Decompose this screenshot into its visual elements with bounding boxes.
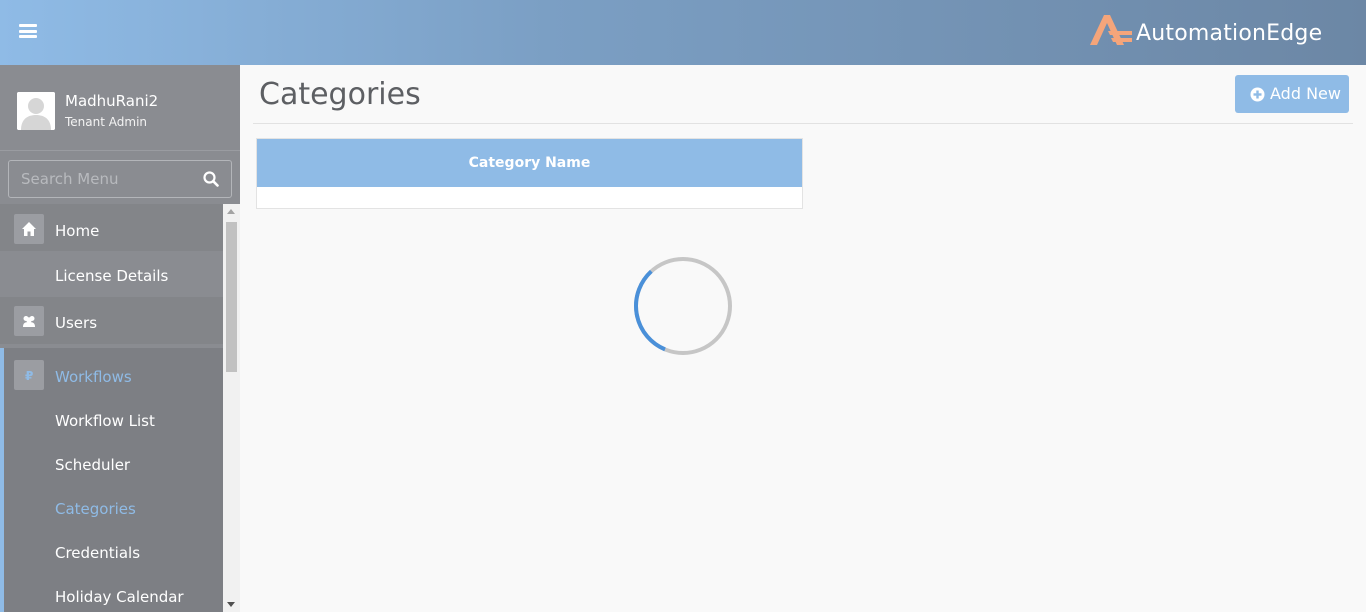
sidebar-item-workflows[interactable]: ₽ Workflows <box>0 348 223 398</box>
sidebar-item-label: Categories <box>55 500 136 518</box>
home-icon <box>22 222 36 236</box>
top-header: AutomationEdge <box>0 0 1366 65</box>
add-new-button[interactable]: Add New <box>1235 75 1349 113</box>
users-icon-box <box>14 306 44 336</box>
users-icon <box>23 316 35 327</box>
sidebar-item-label: Scheduler <box>55 456 131 474</box>
column-header-category-name[interactable]: Category Name <box>257 139 802 187</box>
sidebar-item-license-details[interactable]: License Details <box>0 251 223 297</box>
user-name: MadhuRani2 <box>65 92 159 110</box>
brand-logo: AutomationEdge <box>1088 11 1360 51</box>
sidebar-item-home[interactable]: Home <box>0 204 223 251</box>
sidebar-item-categories[interactable]: Categories <box>0 486 223 530</box>
sidebar: MadhuRani2 Tenant Admin Home License Det… <box>0 65 240 612</box>
workflow-icon-box: ₽ <box>14 360 44 390</box>
scroll-down-arrow-icon[interactable] <box>227 602 235 607</box>
search-menu-box <box>8 160 232 198</box>
sidebar-item-label: Workflow List <box>55 412 155 430</box>
sidebar-item-users[interactable]: Users <box>0 297 223 344</box>
scroll-up-arrow-icon[interactable] <box>227 209 235 214</box>
sidebar-item-scheduler[interactable]: Scheduler <box>0 442 223 486</box>
avatar <box>17 92 55 130</box>
sidebar-item-holiday-calendar[interactable]: Holiday Calendar <box>0 574 223 612</box>
loading-spinner-icon <box>634 257 732 355</box>
sidebar-menu: Home License Details Users ₽ Workflows W… <box>0 204 223 612</box>
sidebar-item-label: License Details <box>55 267 169 285</box>
svg-text:₽: ₽ <box>25 369 33 383</box>
plus-circle-icon <box>1250 87 1265 102</box>
workflow-icon: ₽ <box>25 369 33 383</box>
home-icon-box <box>14 214 44 244</box>
page-title: Categories <box>259 77 421 112</box>
search-icon[interactable] <box>203 171 219 187</box>
automationedge-logo-icon <box>1090 15 1132 45</box>
categories-table: Category Name <box>256 138 803 209</box>
sidebar-item-label: Workflows <box>55 368 132 386</box>
main-content: Categories Add New Category Name <box>240 65 1366 612</box>
sidebar-item-workflow-list[interactable]: Workflow List <box>0 398 223 442</box>
sidebar-item-label: Home <box>55 222 100 240</box>
title-divider <box>253 123 1353 124</box>
sidebar-item-credentials[interactable]: Credentials <box>0 530 223 574</box>
sidebar-item-label: Users <box>55 314 98 332</box>
sidebar-item-label: Credentials <box>55 544 141 562</box>
user-avatar-icon <box>17 92 55 130</box>
sidebar-scrollbar[interactable] <box>223 204 240 612</box>
add-new-label: Add New <box>1270 84 1341 103</box>
scroll-thumb[interactable] <box>226 222 237 372</box>
sidebar-item-label: Holiday Calendar <box>55 588 184 606</box>
logo-text: AutomationEdge <box>1136 21 1323 46</box>
user-role: Tenant Admin <box>65 115 148 129</box>
hamburger-menu-icon[interactable] <box>19 24 37 38</box>
user-profile: MadhuRani2 Tenant Admin <box>0 65 240 151</box>
search-menu-input[interactable] <box>9 161 195 197</box>
